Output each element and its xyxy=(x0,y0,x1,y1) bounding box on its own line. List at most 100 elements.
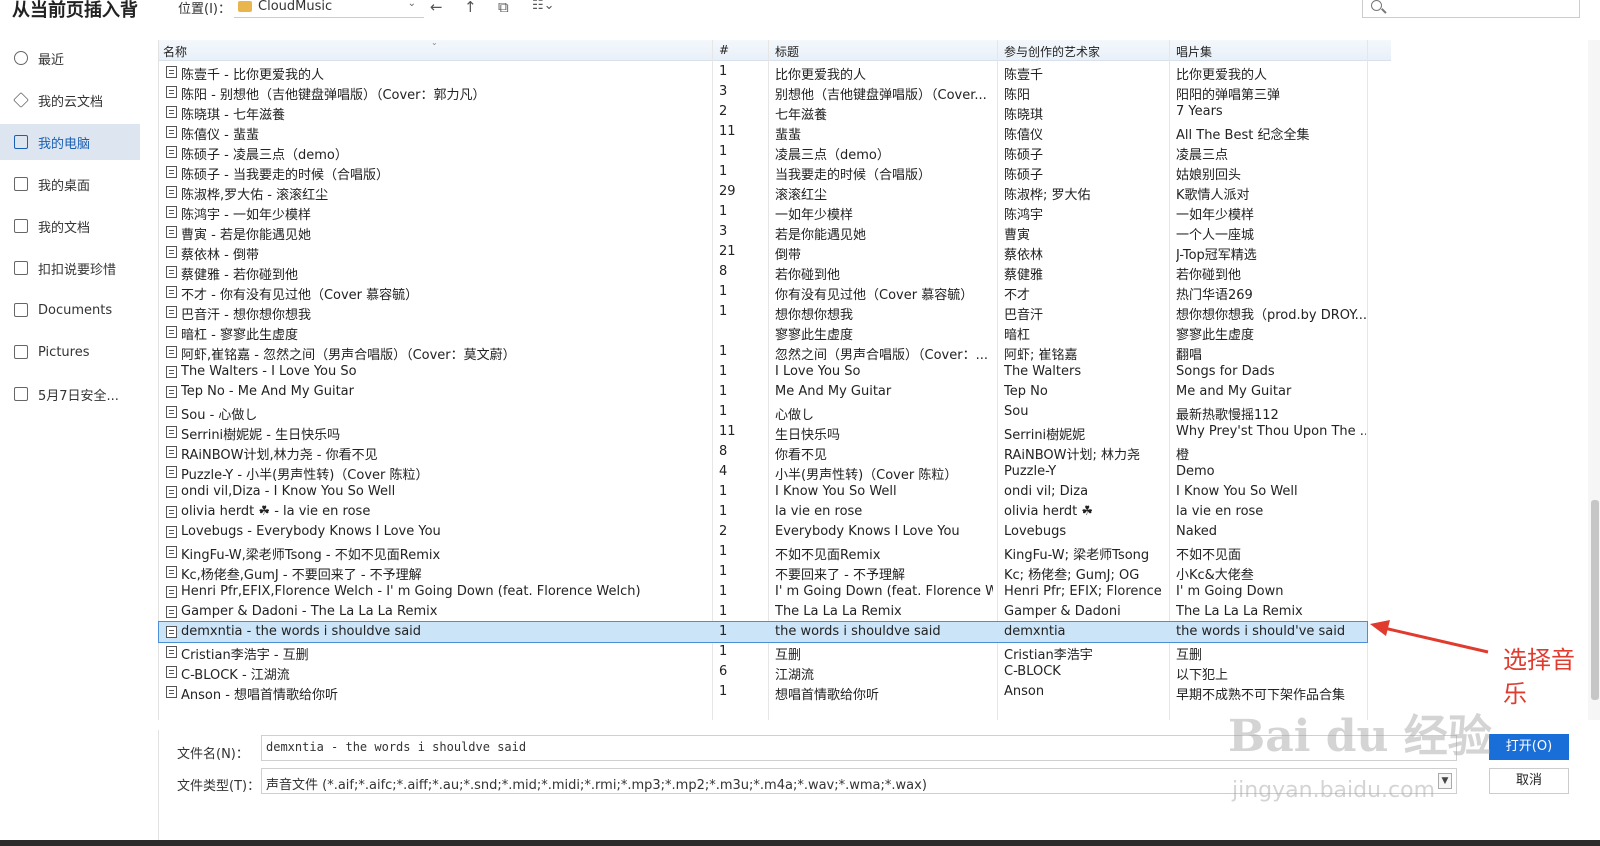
cell-artist: C-BLOCK xyxy=(1004,664,1061,679)
file-list-header: 名称 ⌄ # 标题 参与创作的艺术家 唱片集 xyxy=(159,38,1391,61)
table-row[interactable]: 陈硕子 - 凌晨三点（demo） 1 凌晨三点（demo） 陈硕子 凌晨三点 xyxy=(159,142,1391,163)
audio-file-icon xyxy=(166,546,177,558)
cell-filename: Puzzle-Y - 小半(男声性转)（Cover 陈粒） xyxy=(181,468,429,483)
column-header-album[interactable]: 唱片集 xyxy=(1176,43,1212,60)
table-row[interactable]: 陈鸿宇 - 一如年少模样 1 一如年少模样 陈鸿宇 一如年少模样 xyxy=(159,202,1391,223)
audio-file-icon xyxy=(166,166,177,178)
cell-filename: The Walters - I Love You So xyxy=(181,364,357,379)
cell-title: 互删 xyxy=(775,648,802,663)
column-header-name[interactable]: 名称 xyxy=(163,43,187,60)
arrow-up-icon[interactable]: ↑ xyxy=(464,0,477,16)
table-row[interactable]: 陈硕子 - 当我要走的时候（合唱版） 1 当我要走的时候（合唱版） 陈硕子 姑娘别回头 xyxy=(159,162,1391,183)
table-row[interactable]: KingFu-W,梁老师Tsong - 不如不见面Remix 1 不如不见面Remi… xyxy=(159,542,1391,563)
cell-title: I Love You So xyxy=(775,364,861,379)
table-row[interactable]: Gamper & Dadoni - The La La La Remix 1 The… xyxy=(159,602,1391,622)
audio-file-icon xyxy=(166,506,177,518)
cell-artist: 陈僖仪 xyxy=(1004,128,1044,143)
annotation-arrow-icon xyxy=(1370,620,1489,654)
audio-file-icon xyxy=(166,666,177,678)
search-input[interactable] xyxy=(1362,0,1580,18)
table-row[interactable]: 阿虾,崔铭嘉 - 忽然之间（男声合唱版）（Cover：莫文蔚） 1 忽然之间（男声合… xyxy=(159,342,1391,363)
column-header-number[interactable]: # xyxy=(719,43,729,57)
sidebar-item-cloud-docs[interactable]: 我的云文档 xyxy=(0,82,140,118)
table-row[interactable]: 陈壹千 - 比你更爱我的人 1 比你更爱我的人 陈壹千 比你更爱我的人 xyxy=(159,62,1391,83)
cell-filename: demxntia - the words i shouldve said xyxy=(181,624,422,639)
sidebar-item-my-documents[interactable]: 我的文档 xyxy=(0,208,140,244)
audio-file-icon xyxy=(166,206,177,218)
cell-track-number: 1 xyxy=(719,344,728,359)
table-row[interactable]: 曹寅 - 若是你能遇见她 3 若是你能遇见她 曹寅 一个人一座城 xyxy=(159,222,1391,243)
cell-album: 姑娘别回头 xyxy=(1176,168,1242,183)
table-row[interactable]: 巴音汗 - 想你想你想我 1 想你想你想我 巴音汗 想你想你想我（prod.by DRO… xyxy=(159,302,1391,323)
table-row[interactable]: RAiNBOW计划,林力尧 - 你看不见 8 你看不见 RAiNBOW计划; 林力尧 橙 xyxy=(159,442,1391,463)
audio-file-icon xyxy=(166,386,177,398)
cell-track-number: 1 xyxy=(719,504,728,519)
cell-artist: 陈硕子 xyxy=(1004,148,1044,163)
sidebar-item-desktop[interactable]: 我的桌面 xyxy=(0,166,140,202)
view-menu-icon[interactable]: ☷⌄ xyxy=(532,0,555,13)
new-folder-icon[interactable]: ⧉ xyxy=(498,0,509,16)
cell-album: 一如年少模样 xyxy=(1176,208,1255,223)
table-row[interactable]: 蔡依林 - 倒带 21 倒带 蔡依林 J-Top冠军精选 xyxy=(159,242,1391,263)
audio-file-icon xyxy=(166,266,177,278)
sidebar-item-documents[interactable]: Documents xyxy=(0,292,140,328)
table-row[interactable]: 暗杠 - 寥寥此生虚度 寥寥此生虚度 暗杠 寥寥此生虚度 xyxy=(159,322,1391,343)
table-row[interactable]: Henri Pfr,EFIX,Florence Welch - I' m Goi… xyxy=(159,582,1391,602)
cell-album: Me and My Guitar xyxy=(1176,384,1292,399)
cell-title: 小半(男声性转)（Cover 陈粒） xyxy=(775,468,958,483)
folder-icon xyxy=(238,1,252,12)
table-row[interactable]: The Walters - I Love You So 1 I Love You S… xyxy=(159,362,1391,382)
sidebar-item-pictures[interactable]: Pictures xyxy=(0,334,140,370)
table-row[interactable]: Lovebugs - Everybody Knows I Love You 2 Ev… xyxy=(159,522,1391,542)
chevron-down-icon[interactable]: ▼ xyxy=(1438,773,1452,789)
cell-filename: Sou - 心做し xyxy=(181,408,258,423)
table-row[interactable]: 陈阳 - 别想他（吉他键盘弹唱版）（Cover：郭力凡） 3 别想他（吉他键盘弹唱版… xyxy=(159,82,1391,103)
cell-track-number: 1 xyxy=(719,684,728,699)
clock-icon xyxy=(14,51,28,65)
table-row[interactable]: 陈淑桦,罗大佑 - 滚滚红尘 29 滚滚红尘 陈淑桦; 罗大佑 K歌情人派对 xyxy=(159,182,1391,203)
chevron-down-icon: ⌄ xyxy=(407,0,416,9)
audio-file-icon xyxy=(166,446,177,458)
sidebar-item-my-computer[interactable]: 我的电脑 xyxy=(0,124,140,160)
table-row[interactable]: Anson - 想唱首情歌给你听 1 想唱首情歌给你听 Anson 早期不成熟不可下架作… xyxy=(159,682,1391,703)
sidebar-item-label: Documents xyxy=(38,302,113,318)
column-header-title[interactable]: 标题 xyxy=(775,43,799,60)
table-row[interactable]: 陈晓琪 - 七年滋養 2 七年滋養 陈晓琪 7 Years xyxy=(159,102,1391,123)
cell-album: I Know You So Well xyxy=(1176,484,1298,499)
cell-title: 一如年少模样 xyxy=(775,208,854,223)
cell-track-number: 11 xyxy=(719,124,736,139)
cell-track-number: 1 xyxy=(719,304,728,319)
table-row[interactable]: olivia herdt ☘ - la vie en rose 1 la vie e… xyxy=(159,502,1391,522)
cell-filename: Gamper & Dadoni - The La La La Remix xyxy=(181,604,438,619)
table-row[interactable]: 蔡健雅 - 若你碰到他 8 若你碰到他 蔡健雅 若你碰到他 xyxy=(159,262,1391,283)
cell-album: 最新热歌慢摇112 xyxy=(1176,408,1279,423)
table-row[interactable]: demxntia - the words i shouldve said 1 the… xyxy=(158,621,1368,643)
cancel-button[interactable]: 取消 xyxy=(1489,768,1569,794)
arrow-left-icon[interactable]: ← xyxy=(430,0,443,16)
cell-album: The La La La Remix xyxy=(1176,604,1303,619)
table-row[interactable]: Kc,杨佬叁,GumJ - 不要回来了 - 不予理解 1 不要回来了 - 不予理解 K… xyxy=(159,562,1391,583)
table-row[interactable]: ondi vil,Diza - I Know You So Well 1 I Kno… xyxy=(159,482,1391,502)
table-row[interactable]: 不才 - 你有没有见过他（Cover 慕容毓） 1 你有没有见过他（Cover 慕容… xyxy=(159,282,1391,303)
audio-file-icon xyxy=(166,626,177,638)
table-row[interactable]: Puzzle-Y - 小半(男声性转)（Cover 陈粒） 4 小半(男声性转)（C… xyxy=(159,462,1391,483)
table-row[interactable]: Serrini樹妮妮 - 生日快乐吗 11 生日快乐吗 Serrini樹妮妮 Why P… xyxy=(159,422,1391,443)
sidebar-item-recent[interactable]: 最近 xyxy=(0,40,140,76)
column-header-artist[interactable]: 参与创作的艺术家 xyxy=(1004,43,1100,60)
audio-file-icon xyxy=(166,686,177,698)
cell-album: All The Best 纪念全集 xyxy=(1176,128,1310,143)
table-row[interactable]: C-BLOCK - 江湖流 6 江湖流 C-BLOCK 以下犯上 xyxy=(159,662,1391,683)
sidebar-item-folder[interactable]: 5月7日安全... xyxy=(0,376,140,412)
sidebar-item-label: 扣扣说要珍惜 xyxy=(38,262,117,278)
table-row[interactable]: Sou - 心做し 1 心做し Sou 最新热歌慢摇112 xyxy=(159,402,1391,423)
open-button[interactable]: 打开(O) xyxy=(1489,734,1569,760)
cell-artist: Cristian李浩宇 xyxy=(1004,648,1093,663)
location-dropdown[interactable]: CloudMusic ⌄ xyxy=(234,0,424,18)
table-row[interactable]: Tep No - Me And My Guitar 1 Me And My Guit… xyxy=(159,382,1391,402)
cell-title: 比你更爱我的人 xyxy=(775,68,867,83)
monitor-icon xyxy=(14,135,28,149)
table-row[interactable]: 陈僖仪 - 蜚蜚 11 蜚蜚 陈僖仪 All The Best 纪念全集 xyxy=(159,122,1391,143)
sidebar-item-folder[interactable]: 扣扣说要珍惜 xyxy=(0,250,140,286)
cell-track-number: 1 xyxy=(719,284,728,299)
table-row[interactable]: Cristian李浩宇 - 互删 1 互删 Cristian李浩宇 互删 xyxy=(159,642,1391,663)
